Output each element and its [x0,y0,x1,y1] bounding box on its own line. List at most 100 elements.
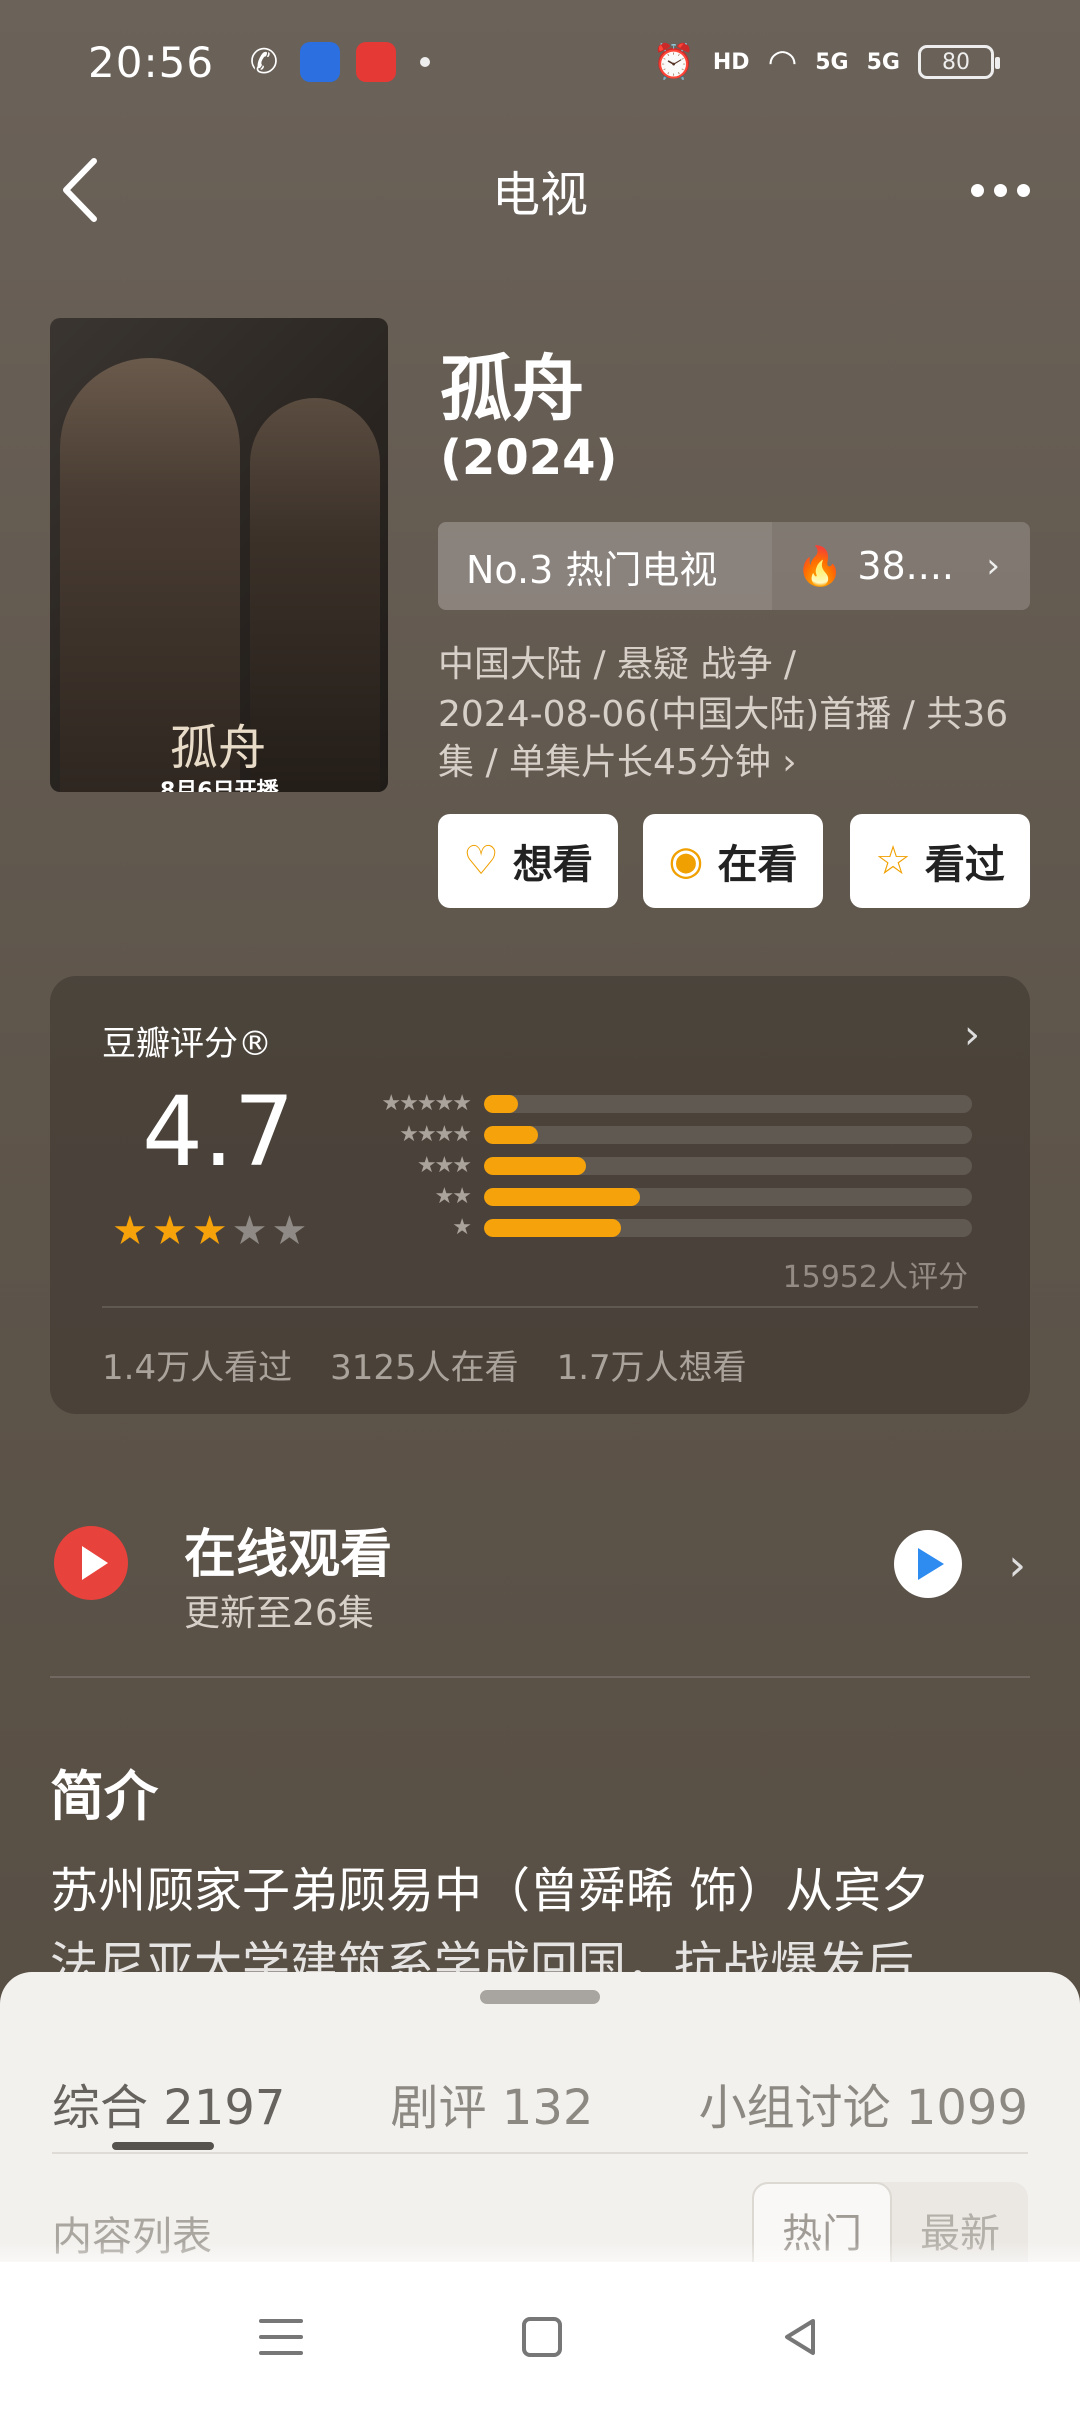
rating-distribution-row: ★ [356,1212,972,1243]
tab-label: 剧评 [390,2080,487,2136]
drag-handle[interactable] [480,1990,600,2004]
star-outline-icon: ☆ [875,838,911,884]
watching-button[interactable]: ◉ 在看 [643,814,823,908]
flame-icon: 🔥 [796,543,844,588]
back-button[interactable] [40,150,120,230]
show-meta-line[interactable]: 集 / 单集片长45分钟 › [438,738,1038,788]
divider [50,1676,1030,1678]
intro-text[interactable]: 苏州顾家子弟顾易中（曾舜晞 饰）从宾夕 [50,1854,1040,1928]
distribution-stars-label: ★★★ [416,1153,472,1178]
home-icon[interactable] [521,2317,562,2357]
poster-figure [250,398,380,792]
rating-distribution-row: ★★ [356,1181,972,1212]
online-watch-row[interactable]: 在线观看 更新至26集 › [50,1500,1030,1640]
distribution-track [484,1125,972,1144]
tab-group-discussion[interactable]: 小组讨论 1099 [699,2068,1028,2148]
distribution-track [484,1187,972,1206]
distribution-bar [484,1156,587,1175]
status-notification-icons: ✆ [244,42,431,82]
star-filled-icon: ★ [151,1208,188,1254]
content-tabs: 综合 2197 剧评 132 小组讨论 1099 [52,2068,1028,2148]
distribution-track [484,1156,972,1175]
distribution-track [484,1218,972,1237]
more-dot-icon [970,183,984,197]
watching-count: 3125人在看 [330,1348,519,1388]
rating-distribution-row: ★★★★★ [356,1088,972,1119]
system-navigation-bar [0,2262,1080,2412]
tab-count: 132 [501,2080,594,2136]
video-platform-icon [894,1530,962,1598]
more-dot-icon [1016,183,1030,197]
online-title: 在线观看 [184,1525,393,1585]
top-navigation: 电视 [0,140,1080,240]
tab-count: 2197 [163,2080,286,2136]
rating-stars: ★ ★ ★ ★ ★ [112,1208,307,1254]
show-year: (2024) [440,430,618,486]
wifi-icon: ◠ [767,42,798,82]
rating-count: 15952人评分 [782,1260,968,1295]
page-title: 电视 [491,167,588,223]
back-triangle-icon[interactable] [781,2317,821,2357]
want-to-watch-button[interactable]: ♡ 想看 [438,814,618,908]
watched-label: 看过 [924,842,1005,888]
distribution-stars-label: ★ [452,1215,472,1240]
chevron-left-icon [63,158,97,222]
more-dot-icon [993,183,1007,197]
more-notifications-dot [420,57,431,67]
rating-distribution: ★★★★★ ★★★★ ★★★ ★★ ★ [356,1088,972,1243]
status-time: 20:56 [88,37,215,87]
rating-label: 豆瓣评分® [102,1024,272,1064]
distribution-stars-label: ★★★★ [399,1122,472,1147]
heart-plus-icon: ♡ [463,838,499,884]
active-tab-indicator [112,2142,214,2150]
alarm-icon: ⏰ [652,42,695,82]
star-half-icon: ★ [191,1208,228,1254]
more-options-button[interactable] [960,150,1040,230]
signal-5g-icon: 5G [815,49,849,75]
tab-reviews[interactable]: 剧评 132 [391,2068,594,2148]
distribution-bar [484,1218,621,1237]
want-count: 1.7万人想看 [556,1348,747,1388]
status-system-icons: ⏰ HD ◠ 5G 5G 80 [652,42,1000,82]
target-icon: ◉ [668,838,704,884]
show-meta-line: 2024-08-06(中国大陆)首播 / 共36 [438,694,1009,735]
rating-score: 4.7 [142,1076,295,1188]
rating-distribution-row: ★★★ [356,1150,972,1181]
rating-stats: 1.4万人看过 3125人在看 1.7万人想看 [102,1340,747,1389]
star-empty-icon: ★ [271,1208,308,1254]
status-bar: 20:56 ✆ ⏰ HD ◠ 5G 5G 80 [0,0,1080,124]
signal-5g-icon-2: 5G [866,49,900,75]
hot-value-text: 38.... [857,544,954,588]
watching-label: 在看 [717,842,798,888]
rating-card[interactable]: 豆瓣评分® › 4.7 ★ ★ ★ ★ ★ ★★★★★ ★★★★ ★★★ ★★ ★ 15… [50,976,1030,1414]
want-label: 想看 [512,842,593,888]
divider [52,2152,1028,2154]
distribution-bar [484,1125,538,1144]
recent-apps-icon[interactable] [259,2319,304,2355]
tab-label: 综合 [52,2080,149,2136]
distribution-bar [484,1094,519,1113]
app-red-icon [356,42,397,82]
chevron-right-icon: › [964,1012,980,1058]
rating-distribution-row: ★★★★ [356,1119,972,1150]
distribution-bar [484,1187,641,1206]
chevron-right-icon: › [1008,1540,1026,1591]
distribution-stars-label: ★★★★★ [381,1091,472,1116]
star-filled-icon: ★ [112,1208,148,1254]
hd-icon: HD [712,49,750,75]
intro-heading: 简介 [50,1765,158,1828]
online-subtitle: 更新至26集 [184,1593,374,1634]
poster-title: 孤舟 [170,720,267,776]
watched-button[interactable]: ☆ 看过 [850,814,1030,908]
star-empty-icon: ★ [231,1208,268,1254]
show-meta-line: 中国大陆 / 悬疑 战争 / [438,644,797,685]
divider [102,1306,978,1308]
play-icon [54,1526,128,1600]
watched-count: 1.4万人看过 [102,1348,293,1388]
tab-general[interactable]: 综合 2197 [52,2068,285,2148]
poster-date: 8月6日开播 [160,779,279,792]
battery-indicator: 80 [918,45,1000,79]
show-poster[interactable]: 孤舟 8月6日开播 [50,318,388,792]
distribution-track [484,1094,972,1113]
ranking-badge[interactable]: No.3 热门电视 🔥 38.... › [438,522,1030,610]
